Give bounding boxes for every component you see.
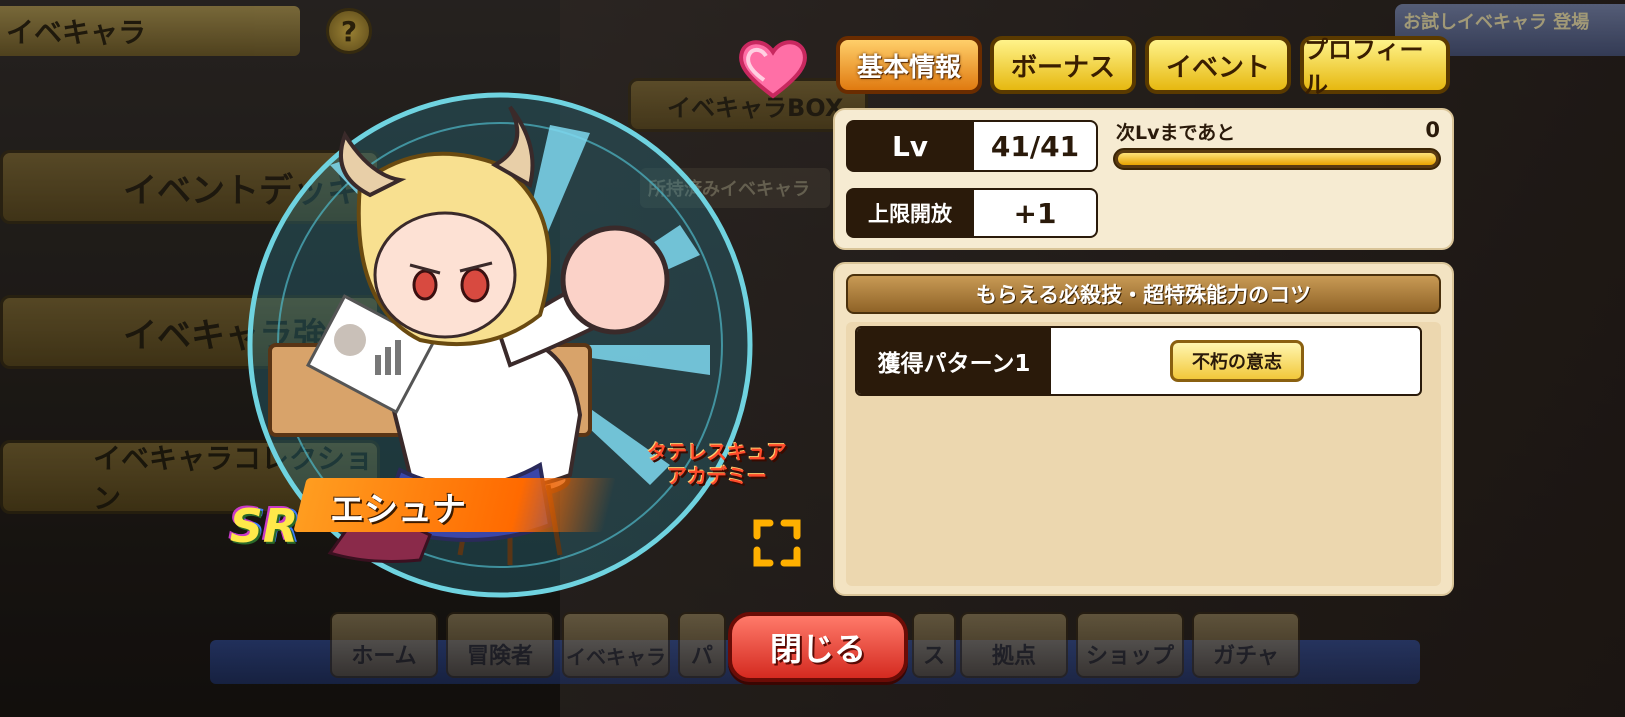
rarity-text: SR [229, 499, 299, 553]
rarity-badge: SR [218, 486, 310, 566]
character-name-text: エシュナ [330, 490, 466, 530]
nav-home-label: ホーム [351, 644, 417, 669]
character-fist [560, 225, 670, 335]
limit-break-value: +1 [974, 188, 1098, 238]
page-title-text: イベキャラ [6, 16, 147, 49]
tab-profile-label: プロフィール [1304, 36, 1424, 99]
nav-shop-label: ショップ [1085, 644, 1174, 669]
school-logo: タテレスキュア アカデミー [642, 440, 792, 494]
kotsu-header: もらえる必殺技・超特殊能力のコツ [846, 274, 1441, 314]
tab-bonus-label: ボーナス [1010, 52, 1115, 83]
limit-break-value-text: +1 [1013, 196, 1057, 230]
close-button[interactable]: 閉じる [728, 612, 908, 682]
nav-partial-1: パ [678, 612, 726, 678]
tab-bonus[interactable]: ボーナス [990, 36, 1136, 94]
acquisition-pattern-row: 獲得パターン1 不朽の意志 [855, 326, 1422, 396]
level-label-text: Lv [891, 129, 929, 163]
help-button[interactable]: ? [326, 8, 372, 54]
pattern-label: 獲得パターン1 [857, 328, 1051, 394]
help-icon: ? [340, 14, 358, 48]
exp-progress-bar [1113, 148, 1441, 170]
page-title: イベキャラ [0, 6, 300, 56]
level-value: 41/41 [974, 120, 1098, 172]
nav-adventurer-label: 冒険者 [466, 644, 533, 669]
nav-adventurer: 冒険者 [446, 612, 554, 678]
limit-break-label: 上限開放 [846, 188, 974, 238]
level-label: Lv [846, 120, 974, 172]
character-name: エシュナ [330, 482, 530, 530]
tab-basic-info[interactable]: 基本情報 [836, 36, 982, 94]
level-value-text: 41/41 [990, 129, 1080, 163]
nav-gacha: ガチャ [1192, 612, 1300, 678]
nav-partial-2-label: ス [922, 644, 945, 669]
nav-partial-1-label: パ [690, 644, 713, 669]
nav-gacha-label: ガチャ [1213, 644, 1279, 669]
tab-event-label: イベント [1165, 52, 1270, 83]
nav-partial-2: ス [912, 612, 956, 678]
pattern-label-text: 獲得パターン1 [877, 351, 1031, 377]
nav-event-chara: イベキャラ [562, 612, 670, 678]
tab-event[interactable]: イベント [1145, 36, 1291, 94]
nav-shop: ショップ [1076, 612, 1184, 678]
tab-basic-info-label: 基本情報 [856, 52, 961, 83]
limit-break-label-text: 上限開放 [868, 202, 952, 226]
school-logo-text: タテレスキュア アカデミー [647, 440, 787, 488]
kotsu-header-text: もらえる必殺技・超特殊能力のコツ [975, 283, 1312, 307]
character-face [373, 211, 517, 339]
next-level-value-text: 0 [1425, 118, 1440, 142]
skill-chip-text: 不朽の意志 [1192, 352, 1282, 373]
next-level-label: 次Lvまであと [1116, 118, 1336, 144]
exp-progress-fill [1118, 153, 1436, 165]
nav-base: 拠点 [960, 612, 1068, 678]
next-level-label-text: 次Lvまであと [1116, 122, 1236, 144]
skill-chip[interactable]: 不朽の意志 [1170, 340, 1304, 382]
tab-profile[interactable]: プロフィール [1300, 36, 1450, 99]
nav-base-label: 拠点 [991, 644, 1036, 669]
expand-icon[interactable] [752, 518, 802, 568]
nav-home: ホーム [330, 612, 438, 678]
close-button-label: 閉じる [769, 630, 866, 668]
nav-event-chara-label: イベキャラ [566, 645, 666, 669]
favorite-heart-icon[interactable] [736, 36, 810, 100]
next-level-value: 0 [1380, 118, 1440, 144]
